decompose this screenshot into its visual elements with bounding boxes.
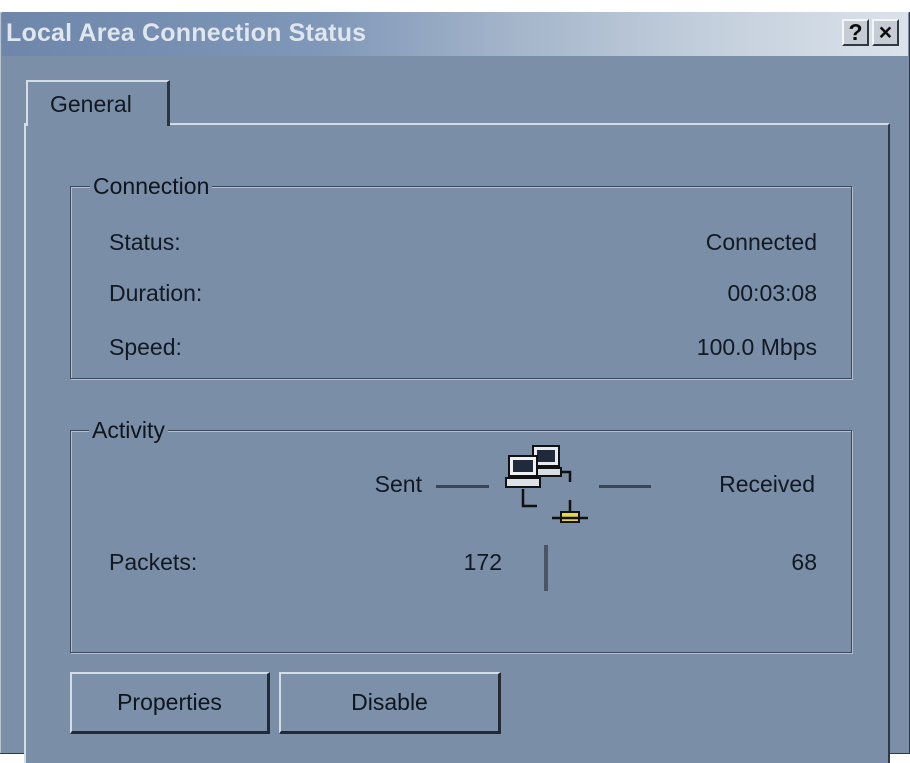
tab-general-label: General	[50, 91, 132, 117]
close-icon: ×	[878, 19, 893, 45]
duration-value: 00:03:08	[727, 280, 817, 306]
status-value: Connected	[705, 229, 817, 255]
tab-general[interactable]: General	[26, 80, 170, 126]
sent-label: Sent	[374, 471, 422, 497]
packets-received-value: 68	[791, 549, 817, 575]
close-button[interactable]: ×	[872, 19, 899, 46]
duration-label: Duration:	[109, 280, 203, 306]
connection-legend: Connection	[90, 173, 213, 199]
disable-button[interactable]: Disable	[279, 672, 501, 734]
packets-sent-value: 172	[463, 549, 502, 575]
help-icon: ?	[848, 19, 863, 45]
window-title: Local Area Connection Status	[6, 19, 367, 47]
sent-line	[436, 485, 489, 488]
properties-button[interactable]: Properties	[70, 672, 270, 734]
activity-divider	[544, 545, 548, 591]
received-line	[599, 485, 651, 488]
activity-group	[70, 430, 852, 653]
help-button[interactable]: ?	[842, 19, 869, 46]
speed-value: 100.0 Mbps	[696, 334, 817, 360]
received-label: Received	[719, 471, 815, 497]
packets-label: Packets:	[109, 549, 198, 575]
activity-legend: Activity	[89, 417, 168, 443]
network-computers-icon	[505, 445, 588, 523]
status-label: Status:	[109, 229, 181, 255]
title-bar[interactable]: Local Area Connection Status ? ×	[2, 12, 908, 56]
speed-label: Speed:	[109, 334, 182, 360]
